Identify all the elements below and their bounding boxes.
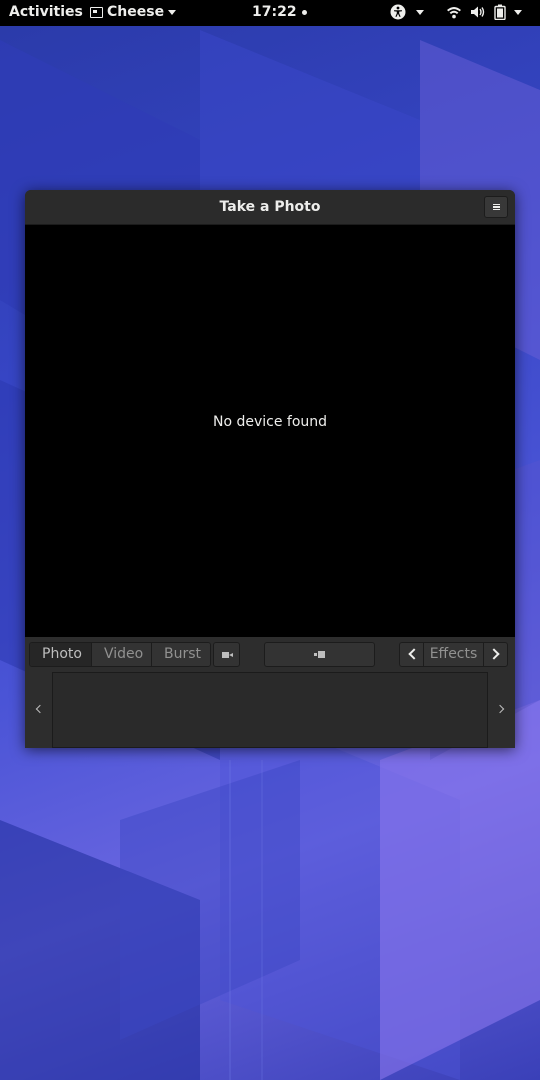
chevron-down-icon	[168, 9, 177, 15]
clock-label: 17:22	[252, 4, 297, 20]
wifi-icon	[447, 7, 461, 19]
battery-icon	[494, 4, 506, 20]
activities-button[interactable]: Activities	[9, 4, 83, 20]
thumbnail-scroll-right-button[interactable]	[488, 672, 515, 748]
top-bar: Activities Cheese 17:22	[0, 0, 540, 26]
chevron-left-icon	[35, 704, 45, 714]
mode-switcher: Photo Video Burst	[29, 642, 211, 667]
take-photo-button[interactable]	[264, 642, 375, 667]
mode-burst-button[interactable]: Burst	[152, 643, 210, 666]
chevron-right-icon	[495, 704, 505, 714]
chevron-left-icon	[408, 648, 420, 660]
menu-button[interactable]	[484, 196, 508, 218]
thumbnail-view[interactable]	[52, 672, 488, 748]
mode-video-button[interactable]: Video	[92, 643, 152, 666]
chevron-down-icon	[416, 9, 424, 15]
app-menu[interactable]: Cheese	[90, 4, 177, 20]
no-device-message: No device found	[212, 414, 328, 430]
cheese-window: Take a Photo No device found Photo Video…	[25, 190, 515, 748]
clock-button[interactable]: 17:22	[252, 4, 307, 20]
chevron-right-icon	[488, 648, 500, 660]
effects-next-button[interactable]	[483, 642, 508, 667]
notification-dot-icon	[301, 9, 307, 15]
cheese-app-icon	[90, 6, 103, 18]
effects-previous-button[interactable]	[399, 642, 424, 667]
shutter-icon	[314, 651, 325, 658]
accessibility-menu[interactable]	[390, 4, 424, 20]
camera-viewport: No device found	[25, 225, 515, 637]
window-title: Take a Photo	[219, 199, 321, 215]
system-status-menu[interactable]	[446, 4, 522, 20]
thumbnail-strip	[25, 672, 515, 748]
bottom-toolbar: Photo Video Burst Effects	[25, 637, 515, 672]
effects-button[interactable]: Effects	[423, 642, 484, 667]
chevron-down-icon	[514, 9, 522, 15]
hamburger-menu-icon	[493, 204, 500, 210]
accessibility-icon	[390, 4, 406, 20]
app-menu-label: Cheese	[107, 4, 165, 20]
volume-icon	[471, 6, 485, 18]
camera-switch-icon	[222, 651, 233, 659]
switch-camera-button[interactable]	[213, 642, 240, 667]
mode-photo-button[interactable]: Photo	[30, 643, 92, 666]
header-bar: Take a Photo	[25, 190, 515, 225]
thumbnail-scroll-left-button[interactable]	[25, 672, 52, 748]
